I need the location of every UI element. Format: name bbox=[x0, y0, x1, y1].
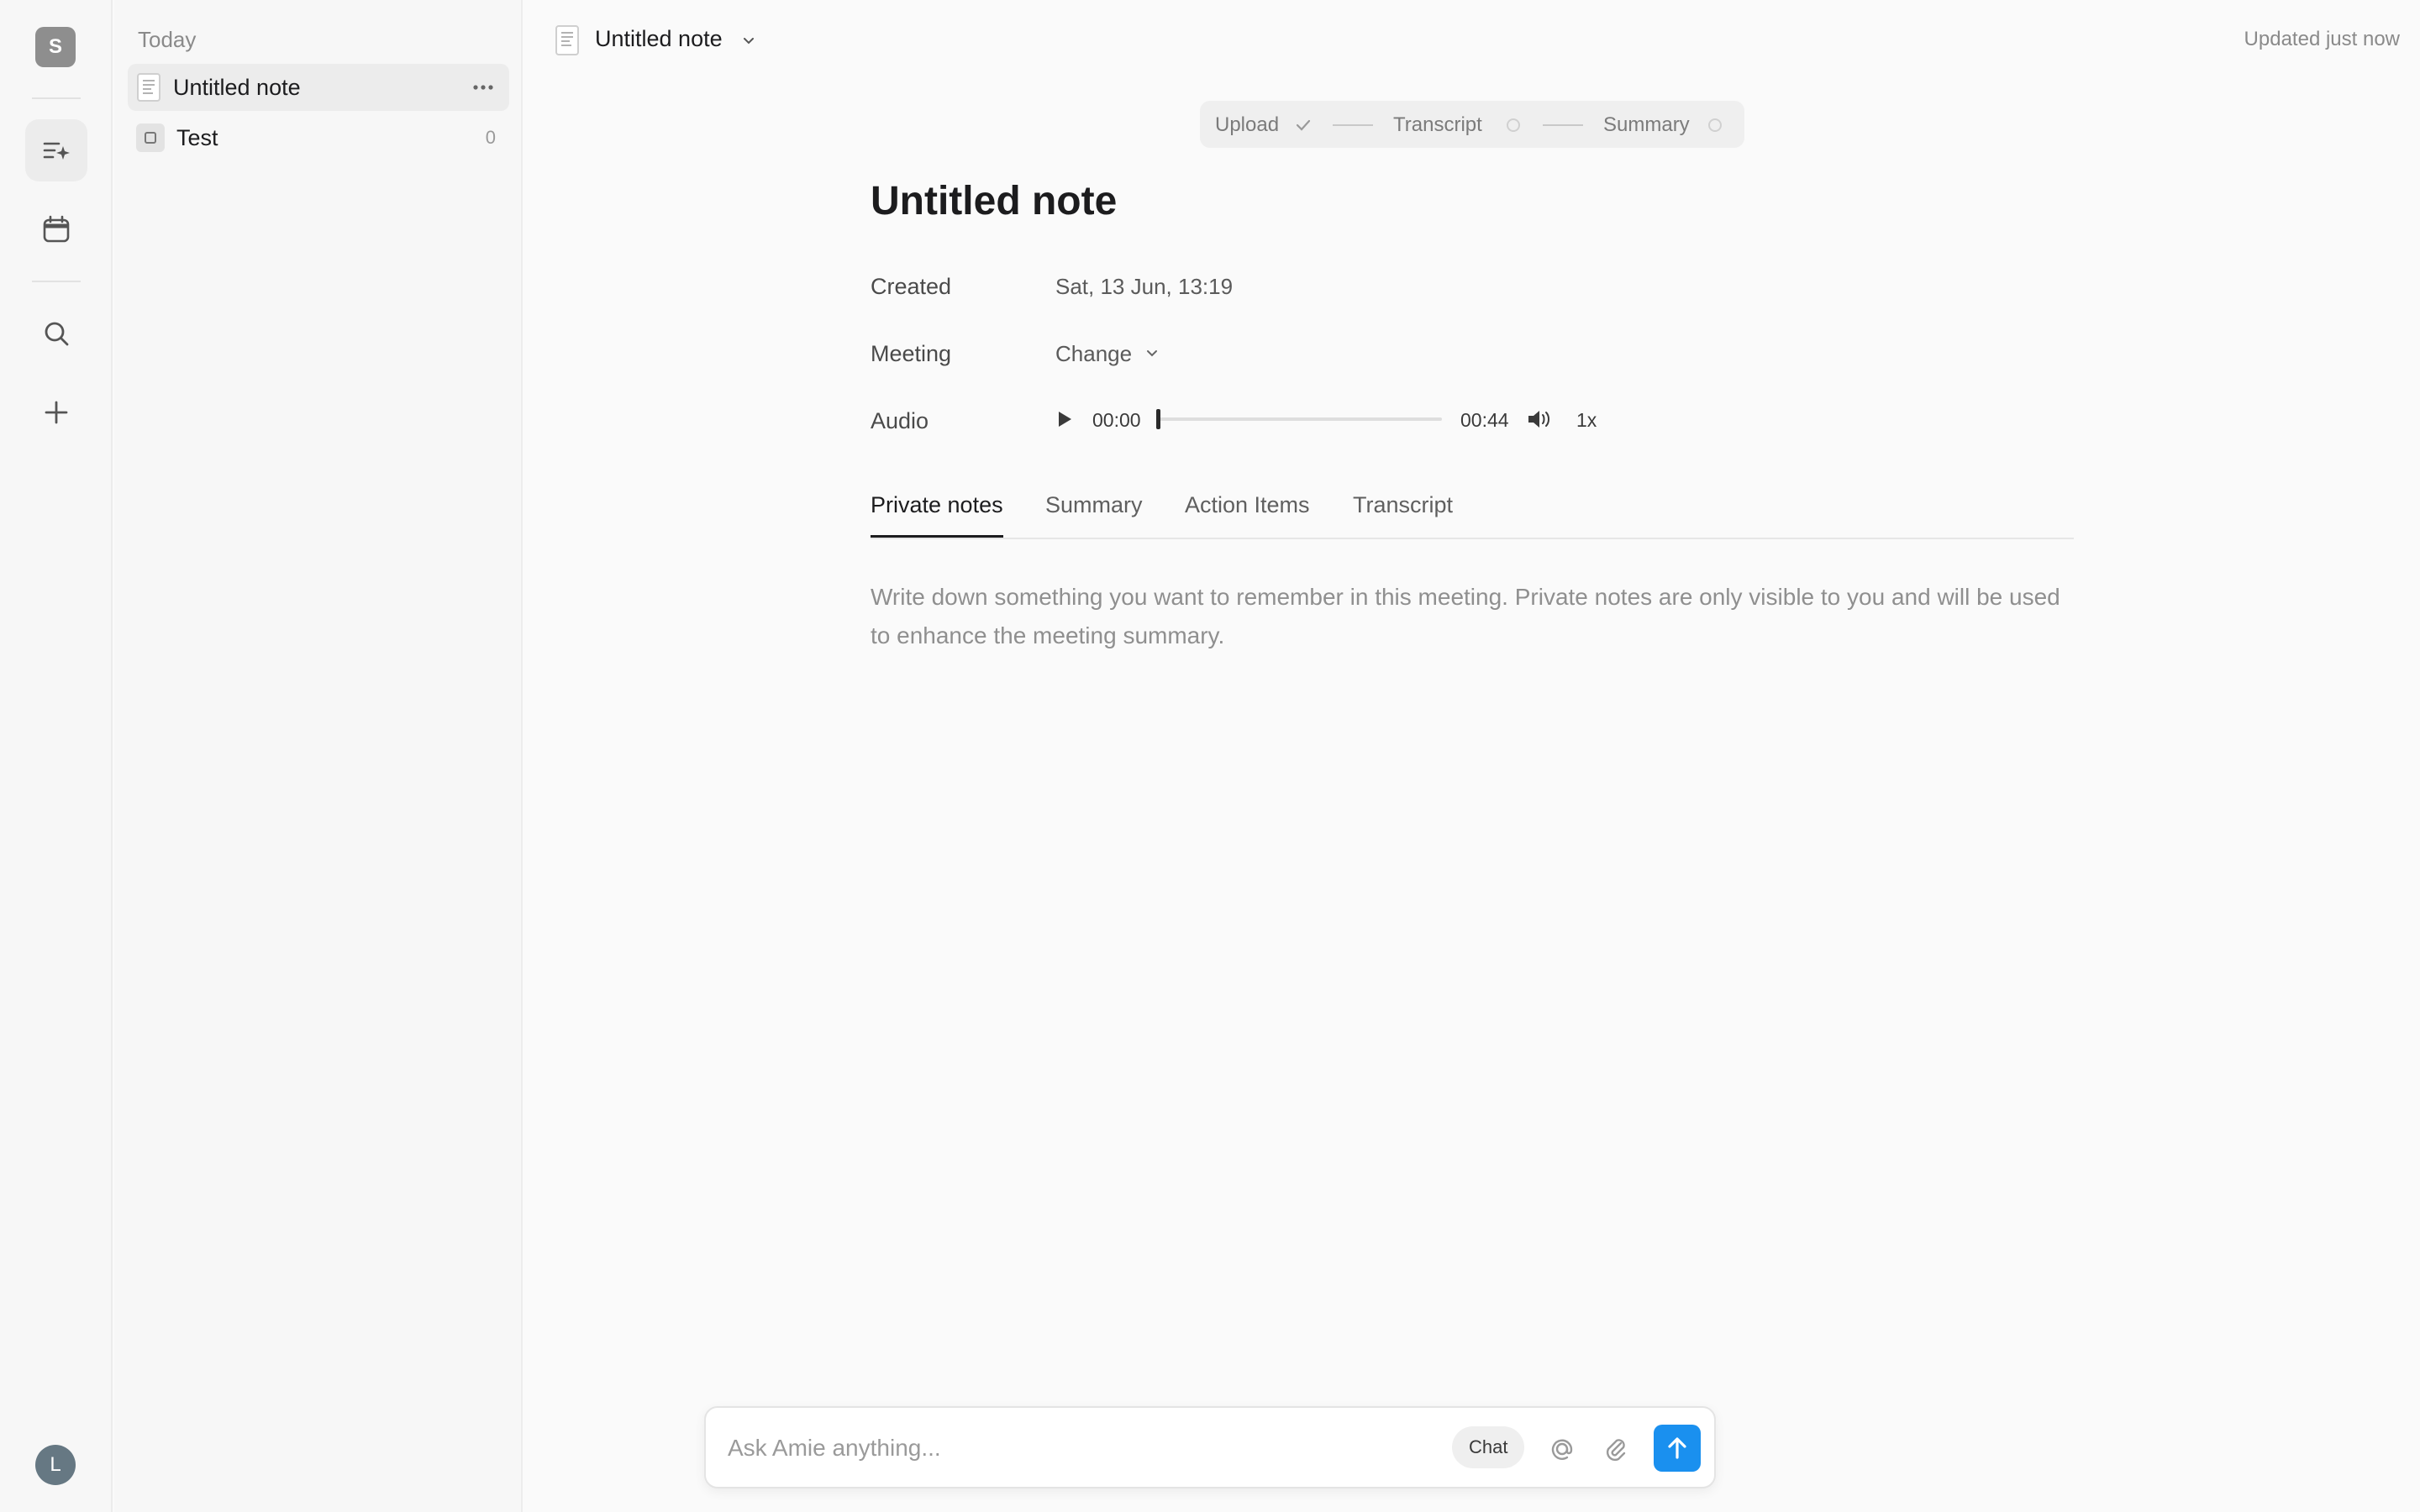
mention-icon[interactable] bbox=[1546, 1433, 1578, 1465]
audio-current-time: 00:00 bbox=[1092, 409, 1141, 431]
volume-icon[interactable] bbox=[1526, 407, 1553, 431]
list-item-count: 0 bbox=[485, 127, 496, 148]
rail-divider bbox=[32, 281, 81, 282]
chevron-down-icon[interactable] bbox=[739, 32, 758, 50]
list-section-heading: Today bbox=[138, 27, 197, 52]
icon-rail: S L bbox=[0, 0, 113, 1512]
meeting-label: Meeting bbox=[871, 341, 952, 366]
step-connector bbox=[1543, 124, 1583, 126]
arrow-up-icon bbox=[1668, 1437, 1686, 1459]
notes-list-panel: Today Untitled note Test 0 bbox=[114, 0, 523, 1512]
step-summary: Summary bbox=[1603, 113, 1690, 136]
list-item-label: Test bbox=[176, 124, 218, 150]
chat-mode-button[interactable]: Chat bbox=[1452, 1426, 1525, 1468]
play-icon[interactable] bbox=[1052, 407, 1076, 431]
rail-divider bbox=[32, 97, 81, 99]
send-button[interactable] bbox=[1654, 1425, 1701, 1472]
chat-input[interactable] bbox=[728, 1430, 1400, 1467]
pending-circle-icon bbox=[1708, 118, 1722, 132]
chevron-down-icon[interactable] bbox=[1143, 344, 1161, 363]
document-icon bbox=[555, 25, 579, 55]
folder-square-icon bbox=[136, 123, 165, 152]
more-options-icon[interactable] bbox=[471, 75, 496, 100]
attachment-icon[interactable] bbox=[1600, 1433, 1632, 1465]
processing-steps: Upload Transcript Summary bbox=[1200, 101, 1744, 148]
tab-action-items[interactable]: Action Items bbox=[1185, 492, 1310, 535]
private-notes-editor[interactable]: Write down something you want to remembe… bbox=[871, 578, 2081, 655]
note-title[interactable]: Untitled note bbox=[871, 178, 1117, 224]
created-label: Created bbox=[871, 274, 952, 299]
audio-duration: 00:44 bbox=[1460, 409, 1509, 431]
chat-composer: Chat bbox=[704, 1406, 1716, 1488]
document-title-dropdown[interactable]: Untitled note bbox=[595, 26, 723, 52]
step-connector bbox=[1333, 124, 1373, 126]
step-transcript: Transcript bbox=[1393, 113, 1482, 136]
notes-sparkle-icon bbox=[43, 142, 70, 160]
rail-notes-button[interactable] bbox=[25, 119, 87, 181]
search-icon bbox=[45, 322, 69, 346]
calendar-icon bbox=[43, 215, 70, 243]
audio-label: Audio bbox=[871, 408, 929, 433]
workspace-badge[interactable]: S bbox=[35, 27, 76, 67]
tab-private-notes[interactable]: Private notes bbox=[871, 492, 1003, 538]
audio-scrubber-handle[interactable] bbox=[1156, 409, 1160, 429]
note-tabs: Private notes Summary Action Items Trans… bbox=[871, 487, 2074, 539]
document-icon bbox=[137, 73, 160, 102]
audio-scrubber[interactable] bbox=[1158, 417, 1442, 421]
created-value: Sat, 13 Jun, 13:19 bbox=[1055, 274, 1234, 299]
meeting-change-button[interactable]: Change bbox=[1055, 341, 1132, 367]
pending-circle-icon bbox=[1507, 118, 1520, 132]
updated-status: Updated just now bbox=[2244, 28, 2400, 50]
tab-transcript[interactable]: Transcript bbox=[1353, 492, 1453, 535]
list-item-label: Untitled note bbox=[173, 74, 301, 100]
tab-summary[interactable]: Summary bbox=[1045, 492, 1143, 535]
rail-new-button[interactable] bbox=[25, 381, 87, 444]
step-upload: Upload bbox=[1215, 113, 1280, 136]
list-item-test[interactable]: Test 0 bbox=[128, 114, 509, 161]
plus-icon bbox=[45, 401, 68, 424]
check-icon bbox=[1296, 119, 1311, 131]
playback-speed-button[interactable]: 1x bbox=[1576, 409, 1597, 432]
rail-search-button[interactable] bbox=[25, 302, 87, 365]
user-avatar[interactable]: L bbox=[35, 1445, 76, 1485]
rail-calendar-button[interactable] bbox=[25, 198, 87, 260]
list-item-untitled-note[interactable]: Untitled note bbox=[128, 64, 509, 111]
